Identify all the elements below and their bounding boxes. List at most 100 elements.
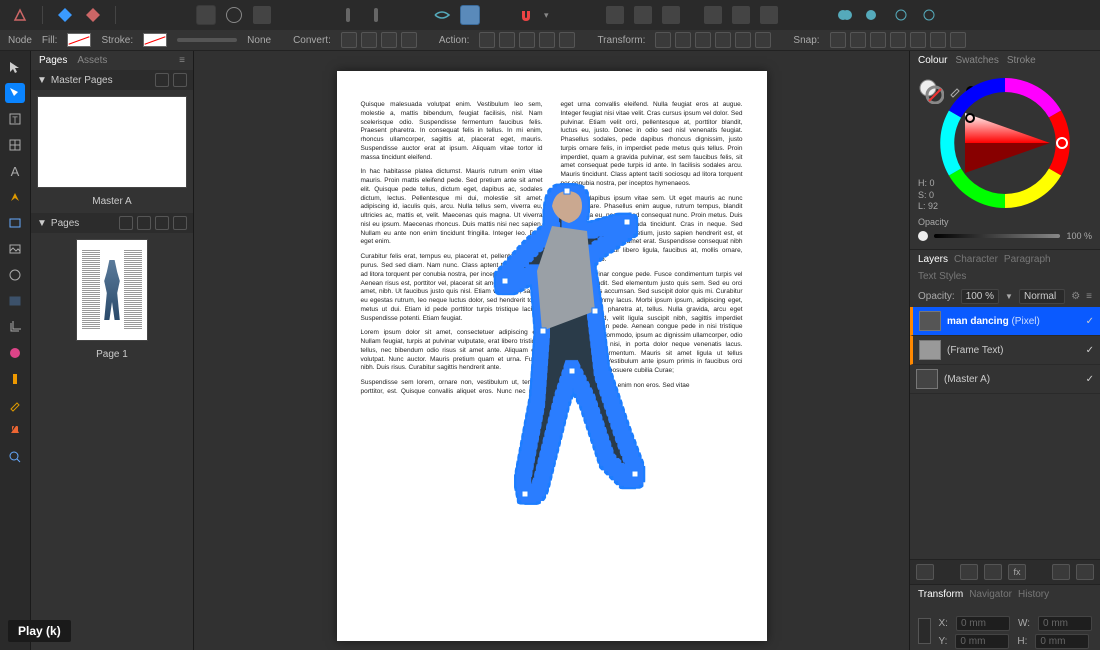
convert-sharp-icon[interactable]	[341, 32, 357, 48]
transform-3-icon[interactable]	[695, 32, 711, 48]
vector-crop-tool[interactable]	[5, 317, 25, 337]
h-field[interactable]	[1035, 634, 1089, 649]
opacity-handle[interactable]	[918, 231, 928, 241]
action-reverse-icon[interactable]	[539, 32, 555, 48]
w-field[interactable]	[1038, 616, 1092, 631]
action-break-icon[interactable]	[479, 32, 495, 48]
delete-layer-icon[interactable]	[1076, 564, 1094, 580]
ellipse-tool[interactable]	[5, 265, 25, 285]
pages-opt2-icon[interactable]	[137, 216, 151, 230]
add-page-icon[interactable]	[155, 216, 169, 230]
snap-6-icon[interactable]	[930, 32, 946, 48]
action-close-icon[interactable]	[499, 32, 515, 48]
preflight-icon[interactable]	[432, 5, 452, 25]
layer-lock-icon[interactable]: ⚙	[1071, 291, 1080, 302]
convert-line-icon[interactable]	[401, 32, 417, 48]
tab-navigator[interactable]: Navigator	[969, 589, 1012, 600]
stroke-width-slider[interactable]	[177, 38, 237, 42]
align-bottom-icon[interactable]	[759, 5, 779, 25]
fill-swatch[interactable]	[67, 33, 91, 47]
wrap-outline[interactable]	[467, 171, 667, 551]
opacity-slider[interactable]	[934, 234, 1060, 238]
layer-opacity-value[interactable]: 100 %	[961, 289, 999, 304]
fx-icon[interactable]: fx	[1008, 564, 1026, 580]
align-left-icon[interactable]	[605, 5, 625, 25]
snap-7-icon[interactable]	[950, 32, 966, 48]
canvas[interactable]: Quisque malesuada volutpat enim. Vestibu…	[194, 51, 909, 650]
layer-master-a[interactable]: (Master A) ✓	[910, 365, 1100, 394]
tab-assets[interactable]: Assets	[77, 55, 107, 66]
snap-2-icon[interactable]	[850, 32, 866, 48]
persona-designer-icon[interactable]	[55, 5, 75, 25]
colour-picker-tool[interactable]	[5, 395, 25, 415]
colour-wheel[interactable]	[940, 78, 1070, 208]
add-master-icon[interactable]	[155, 73, 169, 87]
tab-history[interactable]: History	[1018, 589, 1049, 600]
x-field[interactable]	[956, 616, 1010, 631]
delete-page-icon[interactable]	[173, 216, 187, 230]
boolean-add-icon[interactable]	[835, 5, 855, 25]
guides-icon[interactable]	[366, 5, 386, 25]
stroke-swatch[interactable]	[143, 33, 167, 47]
y-field[interactable]	[955, 634, 1009, 649]
fill-tool[interactable]	[5, 343, 25, 363]
zoom-tool[interactable]	[5, 447, 25, 467]
tab-character[interactable]: Character	[954, 254, 998, 265]
convert-smooth-icon[interactable]	[361, 32, 377, 48]
action-join-icon[interactable]	[519, 32, 535, 48]
visibility-checkbox[interactable]: ✓	[1086, 374, 1094, 385]
panel-menu-icon[interactable]: ≡	[179, 55, 185, 66]
pen-tool[interactable]	[5, 187, 25, 207]
view-mode-icon[interactable]	[252, 5, 272, 25]
master-pages-header[interactable]: ▼ Master Pages	[31, 70, 193, 90]
document-page[interactable]: Quisque malesuada volutpat enim. Vestibu…	[337, 71, 767, 641]
table-tool[interactable]	[5, 135, 25, 155]
move-tool[interactable]	[5, 57, 25, 77]
boolean-subtract-icon[interactable]	[863, 5, 883, 25]
align-middle-icon[interactable]	[731, 5, 751, 25]
baseline-grid-icon[interactable]	[338, 5, 358, 25]
page-1-thumbnail[interactable]	[76, 239, 148, 341]
frame-text-tool[interactable]: T	[5, 109, 25, 129]
rectangle-tool[interactable]	[5, 213, 25, 233]
align-right-icon[interactable]	[661, 5, 681, 25]
delete-master-icon[interactable]	[173, 73, 187, 87]
transparency-tool[interactable]	[5, 369, 25, 389]
resource-manager-icon[interactable]	[460, 5, 480, 25]
snapping-icon[interactable]	[516, 5, 536, 25]
artistic-text-tool[interactable]: A	[5, 161, 25, 181]
transform-4-icon[interactable]	[715, 32, 731, 48]
snap-1-icon[interactable]	[830, 32, 846, 48]
transform-5-icon[interactable]	[735, 32, 751, 48]
layer-man-dancing[interactable]: man dancing (Pixel) ✓	[910, 307, 1100, 336]
blend-mode-select[interactable]: Normal	[1019, 289, 1065, 304]
boolean-divide-icon[interactable]	[919, 5, 939, 25]
tab-stroke[interactable]: Stroke	[1007, 55, 1036, 66]
preview-mode-icon[interactable]	[196, 5, 216, 25]
tab-text-styles[interactable]: Text Styles	[918, 271, 966, 282]
pages-opt1-icon[interactable]	[119, 216, 133, 230]
edit-all-layers-icon[interactable]	[916, 564, 934, 580]
action-smooth-icon[interactable]	[559, 32, 575, 48]
pages-header[interactable]: ▼ Pages	[31, 213, 193, 233]
visibility-checkbox[interactable]: ✓	[1086, 345, 1094, 356]
layer-menu-icon[interactable]: ≡	[1086, 291, 1092, 302]
picture-frame-tool[interactable]	[5, 239, 25, 259]
snap-4-icon[interactable]	[890, 32, 906, 48]
clip-canvas-icon[interactable]	[224, 5, 244, 25]
align-center-icon[interactable]	[633, 5, 653, 25]
mask-icon[interactable]	[960, 564, 978, 580]
snap-5-icon[interactable]	[910, 32, 926, 48]
master-a-thumbnail[interactable]	[37, 96, 187, 188]
opacity-value[interactable]: 100 %	[1066, 231, 1092, 241]
play-button[interactable]: Play (k)	[8, 620, 71, 642]
node-tool[interactable]	[5, 83, 25, 103]
transform-6-icon[interactable]	[755, 32, 771, 48]
place-image-tool[interactable]	[5, 291, 25, 311]
add-layer-icon[interactable]	[1052, 564, 1070, 580]
tab-colour[interactable]: Colour	[918, 55, 947, 66]
snap-3-icon[interactable]	[870, 32, 886, 48]
tab-layers[interactable]: Layers	[918, 254, 948, 265]
transform-1-icon[interactable]	[655, 32, 671, 48]
boolean-intersect-icon[interactable]	[891, 5, 911, 25]
